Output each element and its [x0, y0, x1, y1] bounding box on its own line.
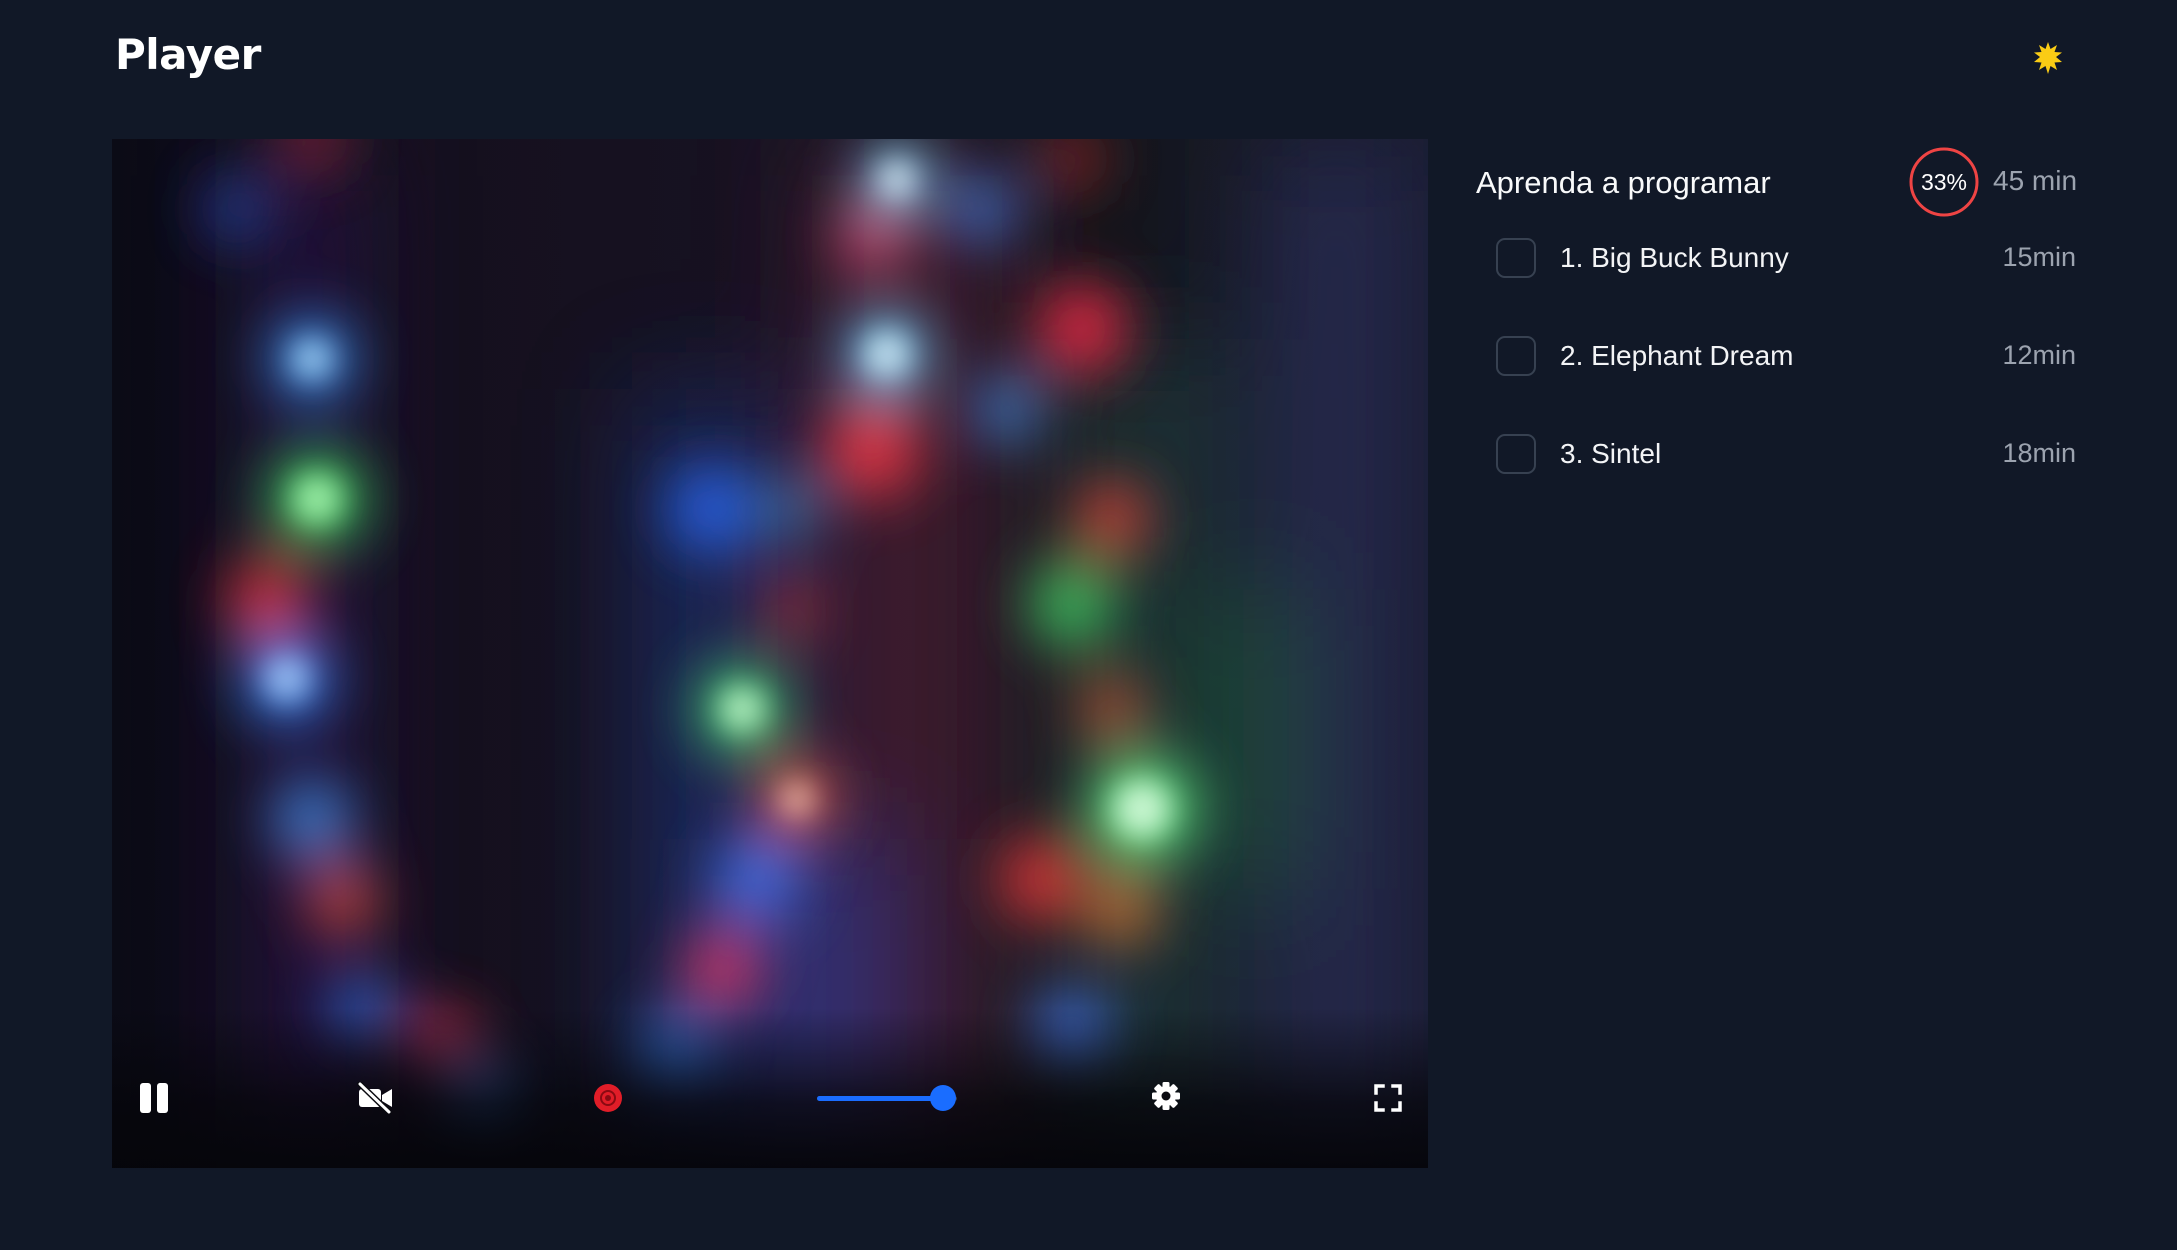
course-total-duration: 45 min: [1993, 165, 2078, 196]
page-title: Player: [115, 30, 261, 79]
volume-fill: [817, 1096, 943, 1101]
lesson-duration: 18min: [2002, 438, 2076, 468]
lesson-checkbox[interactable]: [1496, 336, 1536, 376]
course-header: Aprenda a programar 33% 45 min: [1476, 140, 2096, 226]
volume-slider[interactable]: [817, 1085, 957, 1111]
lesson-checkbox[interactable]: [1496, 434, 1536, 474]
lesson-title: 3. Sintel: [1560, 438, 1662, 469]
lesson-checkbox[interactable]: [1496, 238, 1536, 278]
course-title: Aprenda a programar: [1476, 165, 1771, 200]
sun-icon: [2034, 42, 2062, 74]
record-button[interactable]: [590, 1080, 626, 1116]
settings-button[interactable]: [1146, 1076, 1186, 1116]
player-page: Player Aprenda a programar 33% 45 min 1.…: [0, 0, 2177, 1250]
play-pause-button[interactable]: [134, 1078, 174, 1118]
gear-icon: [1152, 1082, 1180, 1110]
volume-thumb[interactable]: [930, 1085, 956, 1111]
theme-toggle-button[interactable]: [2030, 40, 2066, 76]
course-panel: Aprenda a programar 33% 45 min 1. Big Bu…: [1476, 140, 2096, 474]
lesson-item[interactable]: 2. Elephant Dream 12min: [1496, 332, 2076, 382]
lesson-item[interactable]: 1. Big Buck Bunny 15min: [1496, 234, 2076, 284]
player-controls: [112, 1038, 1428, 1168]
course-progress-label: 33%: [1920, 168, 1968, 195]
camera-toggle-button[interactable]: [352, 1078, 400, 1118]
fullscreen-icon: [1374, 1084, 1402, 1112]
video-off-icon: [357, 1082, 392, 1114]
course-progress-ring: 33%: [1909, 147, 1979, 217]
lesson-title: 1. Big Buck Bunny: [1560, 242, 1789, 273]
lesson-duration: 15min: [2002, 242, 2076, 272]
lesson-item[interactable]: 3. Sintel 18min: [1496, 430, 2076, 480]
fullscreen-button[interactable]: [1368, 1078, 1408, 1118]
record-icon: [594, 1084, 622, 1112]
lesson-duration: 12min: [2002, 340, 2076, 370]
pause-icon: [140, 1083, 168, 1113]
video-player[interactable]: [112, 139, 1428, 1168]
lesson-title: 2. Elephant Dream: [1560, 340, 1794, 371]
